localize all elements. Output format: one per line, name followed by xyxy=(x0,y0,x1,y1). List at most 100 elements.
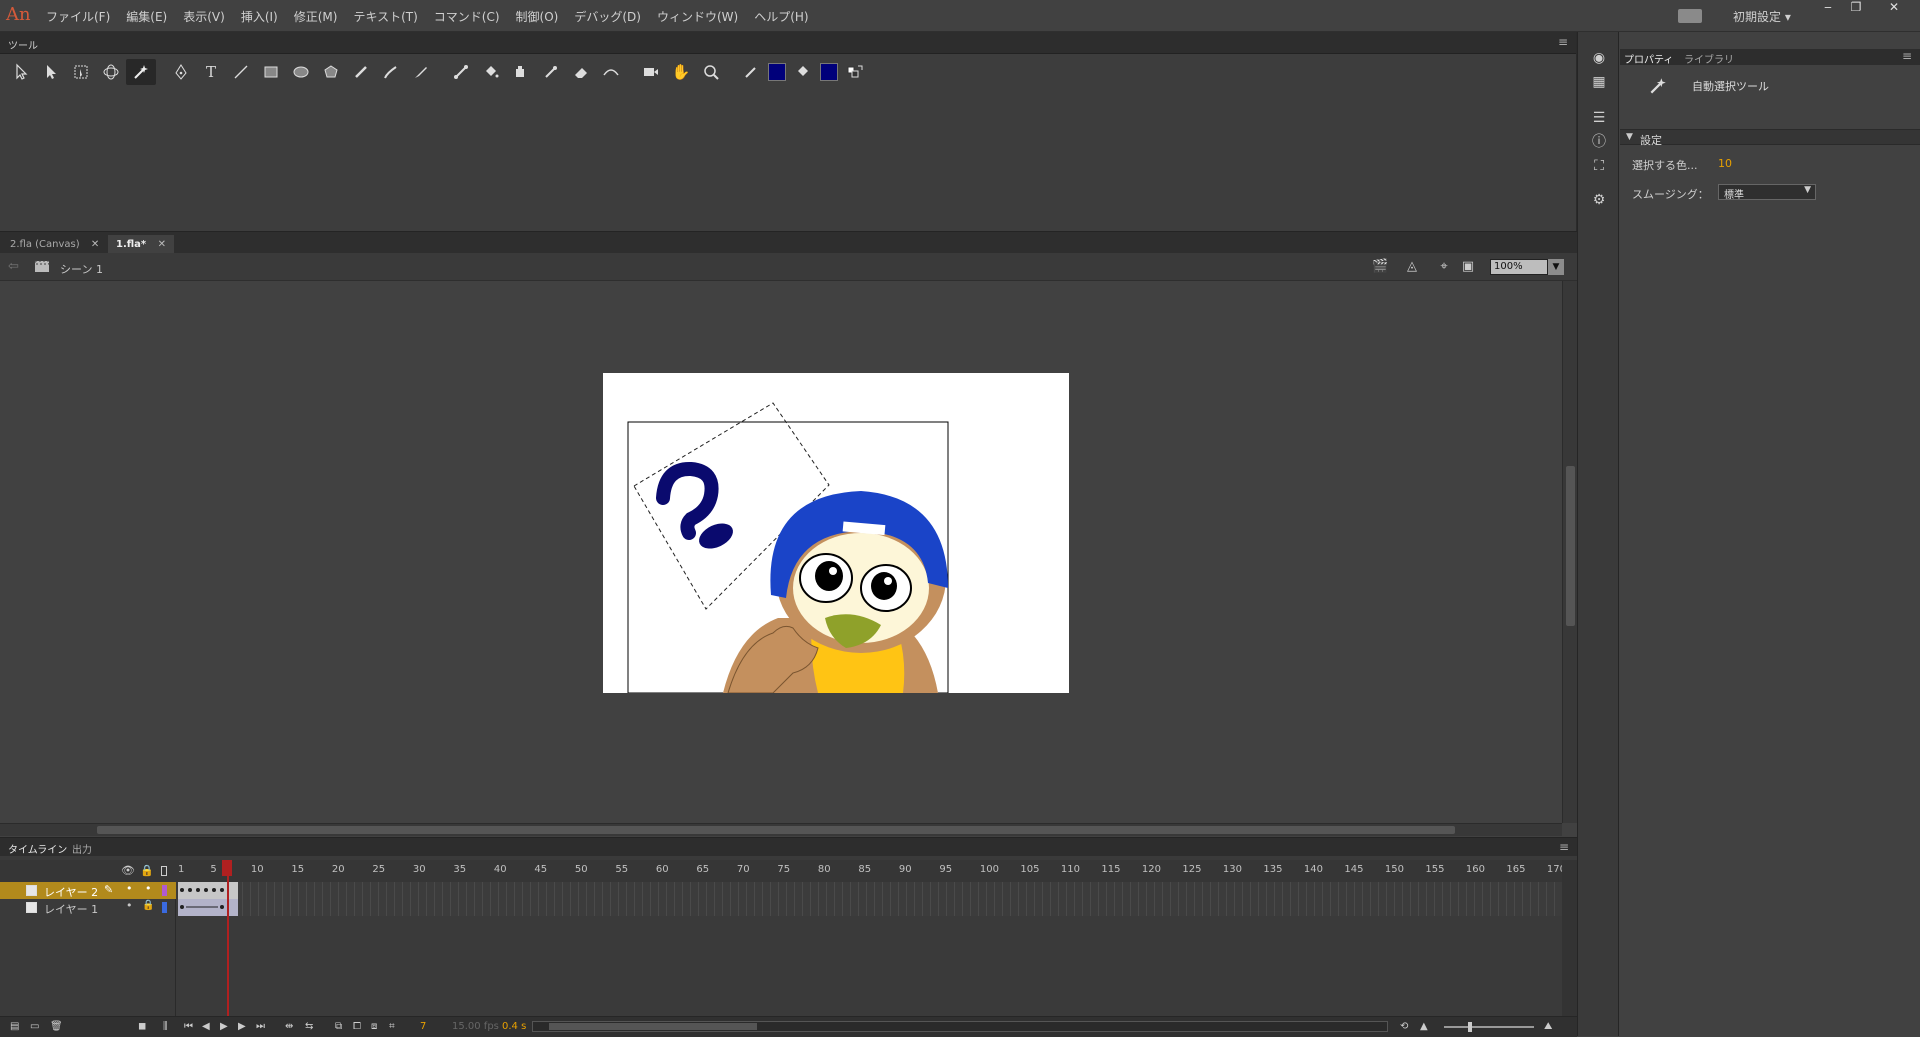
delete-layer-icon[interactable]: 🗑 xyxy=(50,1021,63,1032)
onion-skin-icon[interactable]: ⧉ xyxy=(335,1021,342,1032)
back-arrow-icon[interactable]: ⇦ xyxy=(8,259,19,274)
tab-2fla-canvas[interactable]: 2.fla (Canvas) ✕ xyxy=(2,235,107,254)
layer-row-2[interactable]: レイヤー 2 ✎ • • xyxy=(0,882,176,899)
onion-outline-icon[interactable]: ⧠ xyxy=(353,1021,361,1032)
close-icon[interactable]: ✕ xyxy=(91,239,99,250)
fit-frames-icon[interactable]: ⟲ xyxy=(1400,1021,1408,1032)
layer-name[interactable]: レイヤー 1 xyxy=(44,901,98,917)
center-frame-icon[interactable]: ⇹ xyxy=(285,1021,293,1032)
selection-tool-icon[interactable] xyxy=(6,59,36,85)
menu-control[interactable]: 制御(O) xyxy=(516,8,559,25)
bone-tool-icon[interactable] xyxy=(446,59,476,85)
text-tool-icon[interactable]: T xyxy=(196,59,226,85)
free-transform-tool-icon[interactable] xyxy=(66,59,96,85)
components-icon[interactable]: ⚙ xyxy=(1591,192,1607,208)
parent-view-icon[interactable]: ⫼ xyxy=(163,1021,168,1032)
menu-file[interactable]: ファイル(F) xyxy=(46,8,110,25)
menu-window[interactable]: ウィンドウ(W) xyxy=(657,8,738,25)
pencil-tool-icon[interactable] xyxy=(346,59,376,85)
tab-properties[interactable]: プロパティ xyxy=(1624,51,1673,66)
play-icon[interactable]: ▶ xyxy=(220,1021,228,1032)
layer-name[interactable]: レイヤー 2 xyxy=(44,884,98,900)
panel-menu-icon[interactable]: ≡ xyxy=(1558,35,1568,49)
fill-color-swatch[interactable] xyxy=(820,63,838,81)
workspace-switcher[interactable]: 初期設定 ▾ xyxy=(1733,8,1791,25)
align-icon[interactable]: ☰ xyxy=(1591,110,1607,126)
go-to-last-frame-icon[interactable]: ⏭ xyxy=(256,1021,265,1032)
menu-insert[interactable]: 挿入(I) xyxy=(241,8,278,25)
tab-1fla[interactable]: 1.fla* ✕ xyxy=(108,235,175,254)
rectangle-tool-icon[interactable] xyxy=(256,59,286,85)
visibility-dot[interactable]: • xyxy=(126,899,133,912)
menu-text[interactable]: テキスト(T) xyxy=(353,8,417,25)
brush-tool-icon[interactable] xyxy=(376,59,406,85)
sync-settings-icon[interactable] xyxy=(1678,9,1702,23)
stroke-color-swatch[interactable] xyxy=(768,63,786,81)
edit-symbols-icon[interactable]: ◬ xyxy=(1404,259,1420,275)
panel-menu-icon[interactable]: ≡ xyxy=(1902,49,1912,63)
panel-menu-icon[interactable]: ≡ xyxy=(1559,840,1569,854)
frame-rate[interactable]: 15.00 fps xyxy=(452,1021,499,1032)
scrollbar-thumb[interactable] xyxy=(549,1023,757,1030)
menu-commands[interactable]: コマンド(C) xyxy=(434,8,500,25)
menu-help[interactable]: ヘルプ(H) xyxy=(754,8,808,25)
layer-color-swatch[interactable] xyxy=(162,885,167,896)
minimize-button[interactable]: ‒ xyxy=(1814,0,1842,16)
clip-content-icon[interactable]: ▣ xyxy=(1460,259,1476,275)
zoom-field[interactable]: 100% xyxy=(1490,259,1548,275)
info-icon[interactable]: ⓘ xyxy=(1591,134,1607,150)
scrollbar-thumb[interactable] xyxy=(97,826,1455,834)
current-frame[interactable]: 7 xyxy=(420,1021,426,1032)
line-tool-icon[interactable] xyxy=(226,59,256,85)
camera-tool-icon[interactable] xyxy=(636,59,666,85)
menu-edit[interactable]: 編集(E) xyxy=(126,8,167,25)
close-icon[interactable]: ✕ xyxy=(158,239,166,250)
chevron-down-icon[interactable]: ▼ xyxy=(1804,185,1811,195)
magic-wand-tool-icon[interactable] xyxy=(126,59,156,85)
paint-bucket-tool-icon[interactable] xyxy=(476,59,506,85)
slider-handle[interactable] xyxy=(1468,1022,1472,1032)
stage-horizontal-scrollbar[interactable] xyxy=(0,823,1562,836)
menu-debug[interactable]: デバッグ(D) xyxy=(574,8,641,25)
tab-library[interactable]: ライブラリ xyxy=(1684,51,1734,66)
width-tool-icon[interactable] xyxy=(596,59,626,85)
oval-tool-icon[interactable] xyxy=(286,59,316,85)
frame-ruler[interactable]: 1 5 10 15 20 25 30 35 40 45 50 55 60 65 70 75 80 85 90 95 10… xyxy=(178,864,1566,880)
outline-all-layers-icon[interactable] xyxy=(161,866,167,876)
tab-timeline[interactable]: タイムライン xyxy=(8,841,67,856)
restore-button[interactable]: ❐ xyxy=(1842,0,1870,16)
loop-icon[interactable]: ⇆ xyxy=(305,1021,313,1032)
hand-tool-icon[interactable]: ✋ xyxy=(666,59,696,85)
pen-tool-icon[interactable] xyxy=(166,59,196,85)
lock-dot[interactable]: • xyxy=(145,882,152,895)
frame-size-slider[interactable] xyxy=(1444,1022,1534,1032)
stage-vertical-scrollbar[interactable] xyxy=(1562,281,1577,823)
frames-grid[interactable] xyxy=(178,882,1562,916)
menu-modify[interactable]: 修正(M) xyxy=(294,8,338,25)
threshold-value[interactable]: 10 xyxy=(1718,157,1732,170)
step-back-icon[interactable]: ◀ xyxy=(202,1021,210,1032)
eyedropper-tool-icon[interactable] xyxy=(536,59,566,85)
fill-color-bucket-icon[interactable] xyxy=(788,59,818,85)
camera-toggle-icon[interactable]: ◼ xyxy=(138,1021,146,1032)
show-all-layers-icon[interactable]: 👁 xyxy=(121,864,135,877)
lock-icon[interactable]: 🔒 xyxy=(142,900,154,911)
lock-all-layers-icon[interactable]: 🔒 xyxy=(140,864,154,877)
eraser-tool-icon[interactable] xyxy=(566,59,596,85)
new-layer-icon[interactable]: ▤ xyxy=(10,1021,19,1032)
layer-row-1[interactable]: レイヤー 1 • 🔒 xyxy=(0,899,176,916)
timeline-vertical-scrollbar[interactable] xyxy=(1562,860,1577,1016)
layer-color-swatch[interactable] xyxy=(162,902,167,913)
ink-bottle-tool-icon[interactable] xyxy=(506,59,536,85)
timeline-horizontal-scrollbar[interactable] xyxy=(532,1021,1388,1032)
menu-view[interactable]: 表示(V) xyxy=(183,8,225,25)
paint-brush-tool-icon[interactable] xyxy=(406,59,436,85)
visibility-dot[interactable]: • xyxy=(126,882,133,895)
scrollbar-thumb[interactable] xyxy=(1566,466,1575,626)
step-forward-icon[interactable]: ▶ xyxy=(238,1021,246,1032)
3d-rotation-tool-icon[interactable] xyxy=(96,59,126,85)
center-stage-icon[interactable]: ⌖ xyxy=(1436,259,1452,275)
swatches-icon[interactable]: ▦ xyxy=(1591,74,1607,90)
tab-output[interactable]: 出力 xyxy=(72,841,92,856)
edit-scene-icon[interactable]: 🎬 xyxy=(1372,259,1388,275)
